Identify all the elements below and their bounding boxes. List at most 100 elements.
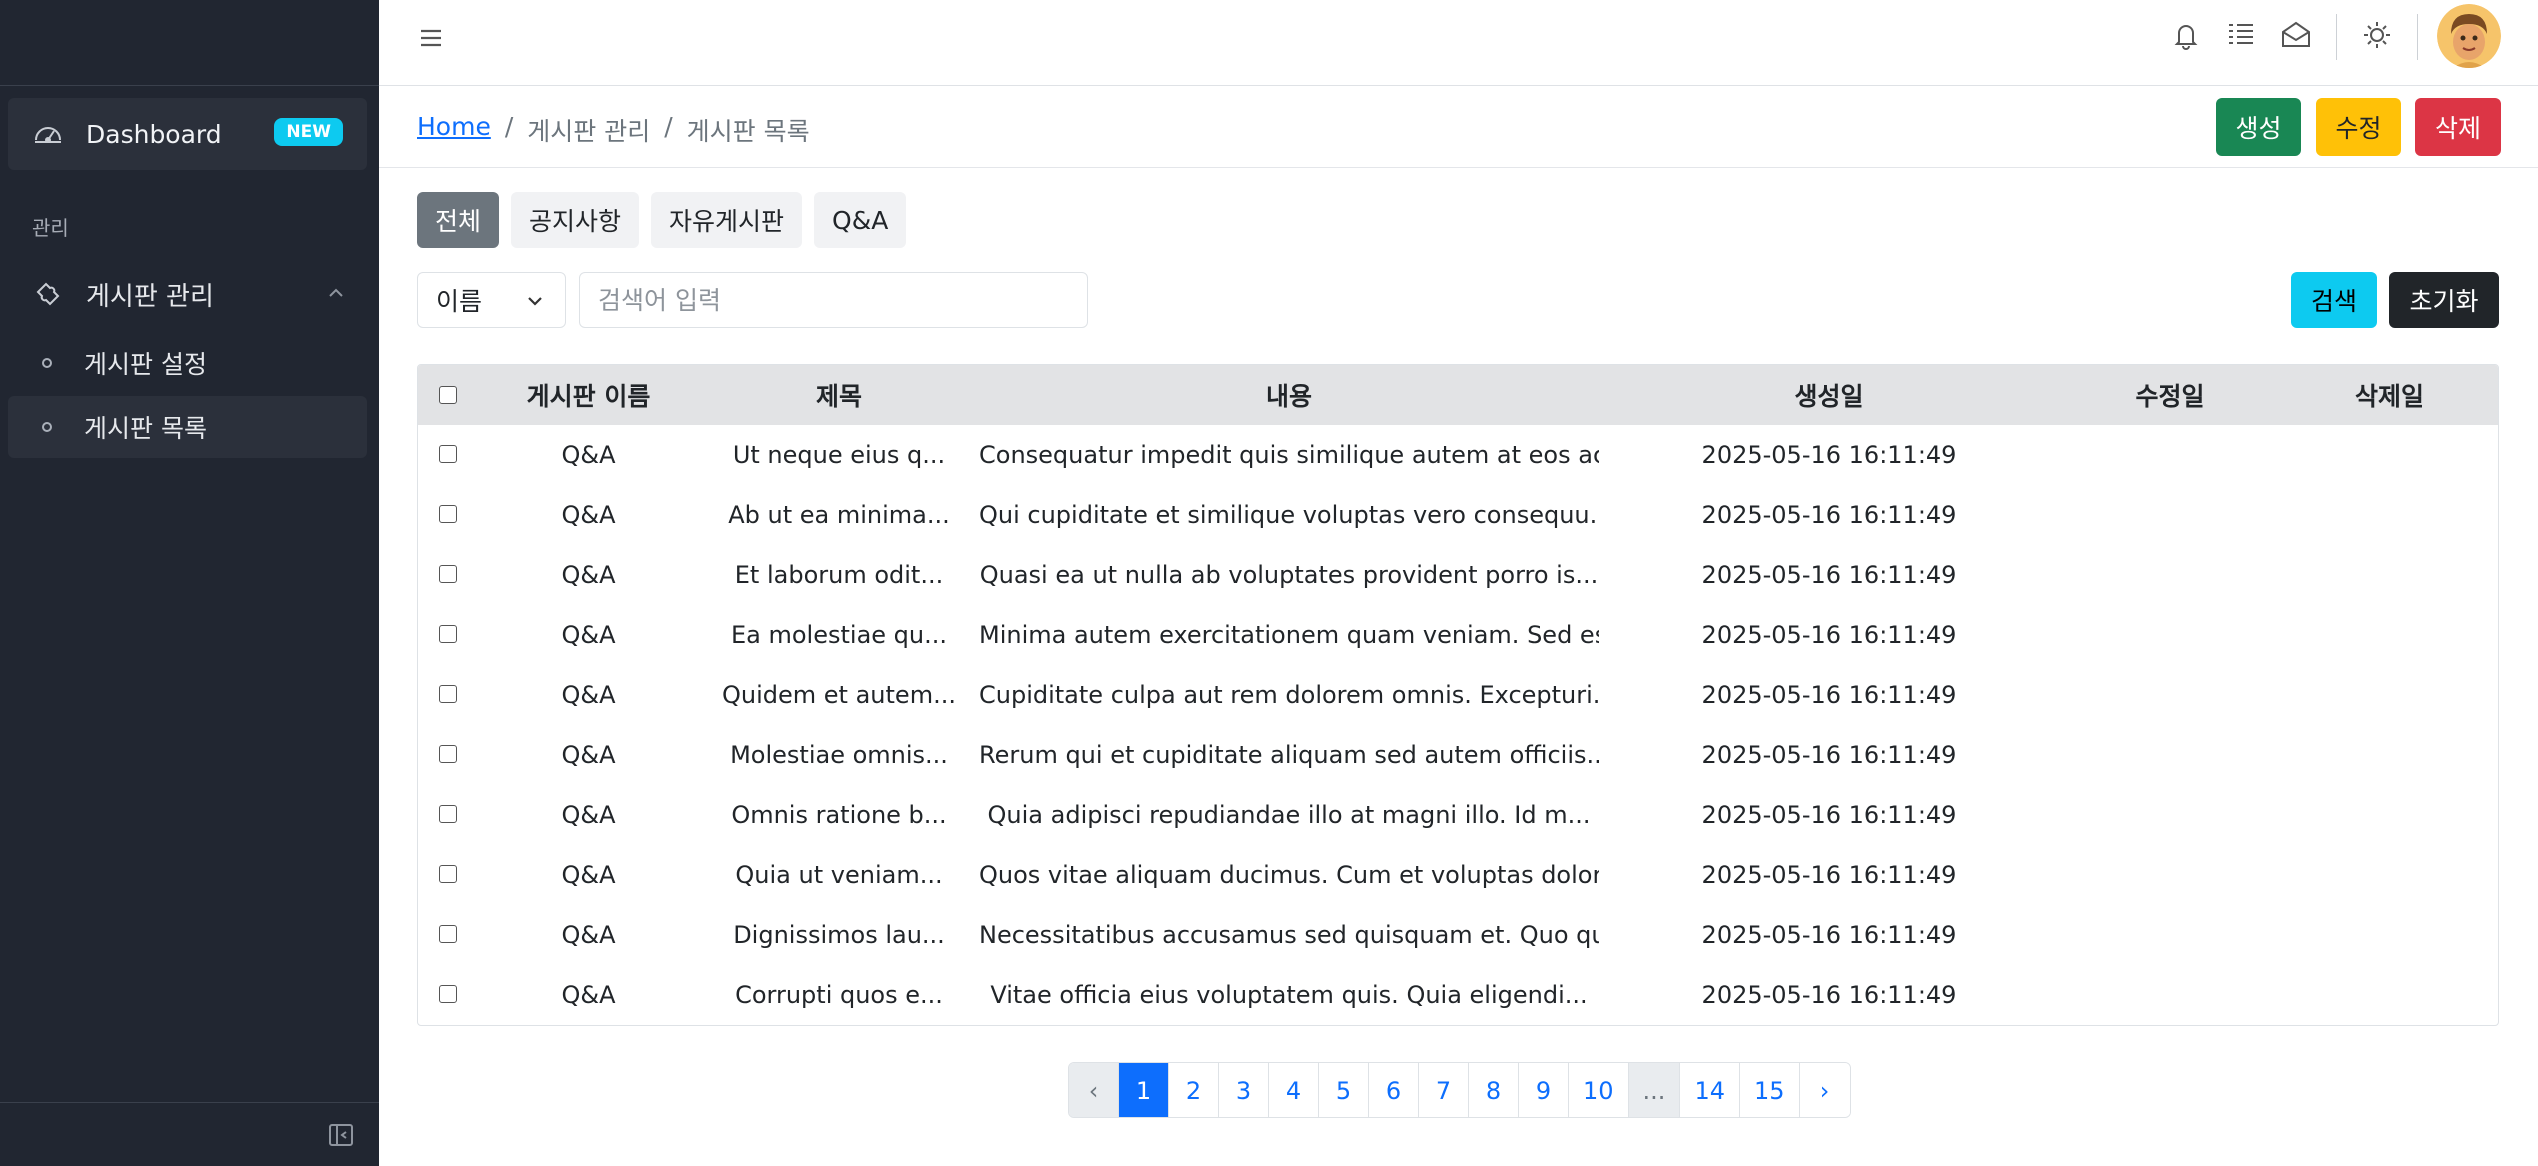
cell-updated — [2059, 725, 2281, 785]
table-row[interactable]: Q&A Omnis ratione b... Quia adipisci repud… — [418, 785, 2498, 845]
avatar[interactable] — [2437, 4, 2501, 68]
pagination-next[interactable]: › — [1799, 1063, 1850, 1117]
row-checkbox[interactable] — [439, 985, 457, 1003]
chevron-up-icon — [329, 288, 343, 297]
row-checkbox[interactable] — [439, 805, 457, 823]
page-10[interactable]: 10 — [1569, 1063, 1629, 1117]
cell-created: 2025-05-16 16:11:49 — [1701, 801, 1957, 829]
page-15[interactable]: 15 — [1739, 1063, 1800, 1117]
tab-free-board[interactable]: 자유게시판 — [651, 192, 803, 248]
pagination-prev[interactable]: ‹ — [1069, 1063, 1119, 1117]
header-divider — [2417, 14, 2418, 60]
page-2[interactable]: 2 — [1169, 1063, 1219, 1117]
row-checkbox[interactable] — [439, 445, 457, 463]
table-row[interactable]: Q&A Molestiae omnis... Rerum qui et cupidi… — [418, 725, 2498, 785]
row-select-cell — [418, 845, 478, 905]
table-row[interactable]: Q&A Corrupti quos e... Vitae officia eius … — [418, 965, 2498, 1025]
table-row[interactable]: Q&A Ab ut ea minima... Qui cupiditate et s… — [418, 485, 2498, 545]
column-header-board-name[interactable]: 게시판 이름 — [478, 365, 699, 425]
edit-button[interactable]: 수정 — [2316, 98, 2401, 156]
reset-button[interactable]: 초기화 — [2389, 272, 2499, 328]
row-checkbox[interactable] — [439, 745, 457, 763]
breadcrumb-separator: / — [504, 112, 514, 141]
table-row[interactable]: Q&A Dignissimos lau... Necessitatibus accu… — [418, 905, 2498, 965]
breadcrumb-board-management[interactable]: 게시판 관리 — [527, 112, 650, 148]
row-checkbox[interactable] — [439, 925, 457, 943]
search-button[interactable]: 검색 — [2291, 272, 2377, 328]
top-header — [379, 0, 2538, 86]
page-9[interactable]: 9 — [1519, 1063, 1569, 1117]
table-row[interactable]: Q&A Ea molestiae qu... Minima autem exerci… — [418, 605, 2498, 665]
cell-content: Minima autem exercitationem quam veniam.… — [979, 621, 1599, 649]
page-4[interactable]: 4 — [1269, 1063, 1319, 1117]
tab-all[interactable]: 전체 — [417, 192, 500, 248]
bell-icon[interactable] — [2169, 18, 2203, 52]
sun-icon[interactable] — [2360, 18, 2394, 52]
search-input[interactable] — [579, 272, 1088, 328]
cell-deleted — [2281, 605, 2498, 665]
page-14[interactable]: 14 — [1680, 1063, 1740, 1117]
page-8[interactable]: 8 — [1469, 1063, 1519, 1117]
row-checkbox[interactable] — [439, 565, 457, 583]
cell-updated — [2059, 965, 2281, 1025]
page-3[interactable]: 3 — [1219, 1063, 1269, 1117]
table-row[interactable]: Q&A Quidem et autem... Cupiditate culpa au… — [418, 665, 2498, 725]
table-row[interactable]: Q&A Quia ut veniam... Quos vitae aliquam d… — [418, 845, 2498, 905]
column-header-created[interactable]: 생성일 — [1599, 365, 2059, 425]
column-header-updated[interactable]: 수정일 — [2059, 365, 2281, 425]
menu-icon[interactable] — [417, 24, 445, 52]
cell-content: Necessitatibus accusamus sed quisquam et… — [979, 921, 1599, 949]
tab-qna[interactable]: Q&A — [814, 192, 907, 248]
bullet-icon — [42, 422, 52, 432]
cell-updated — [2059, 425, 2281, 485]
create-button[interactable]: 생성 — [2216, 98, 2301, 156]
cell-title: Corrupti quos e... — [735, 981, 943, 1009]
category-tabs: 전체 공지사항 자유게시판 Q&A — [417, 192, 907, 248]
table-row[interactable]: Q&A Et laborum odit... Quasi ea ut nulla a… — [418, 545, 2498, 605]
sidebar-brand — [0, 0, 379, 86]
table-row[interactable]: Q&A Ut neque eius q... Consequatur impedit… — [418, 425, 2498, 485]
page-5[interactable]: 5 — [1319, 1063, 1369, 1117]
page-1[interactable]: 1 — [1119, 1063, 1169, 1117]
column-header-content[interactable]: 내용 — [979, 365, 1599, 425]
delete-button[interactable]: 삭제 — [2415, 98, 2501, 156]
search-field-select[interactable]: 이름 — [417, 272, 566, 328]
list-icon[interactable] — [2224, 18, 2258, 52]
sidebar-group-label: 게시판 관리 — [86, 281, 214, 312]
breadcrumb-home[interactable]: Home — [417, 112, 491, 148]
cell-board-name: Q&A — [561, 861, 616, 889]
tab-notice[interactable]: 공지사항 — [511, 192, 640, 248]
cell-created: 2025-05-16 16:11:49 — [1701, 561, 1957, 589]
sidebar-item-board-settings[interactable]: 게시판 설정 — [8, 332, 367, 394]
cell-deleted — [2281, 965, 2498, 1025]
sidebar-item-dashboard[interactable]: Dashboard NEW — [8, 98, 367, 170]
page-6[interactable]: 6 — [1369, 1063, 1419, 1117]
sidebar: Dashboard NEW 관리 게시판 관리 게시판 설정 게시판 목록 — [0, 0, 379, 1166]
cell-updated — [2059, 665, 2281, 725]
header-divider — [2336, 14, 2337, 60]
board-table: 게시판 이름 제목 내용 생성일 수정일 삭제일 Q&A Ut neque eiu… — [417, 364, 2499, 1026]
row-select-cell — [418, 905, 478, 965]
cell-title: Quia ut veniam... — [735, 861, 943, 889]
pagination: ‹ 1 2 3 4 5 6 7 8 9 10... 14 15 › — [1068, 1062, 1851, 1118]
select-all-checkbox[interactable] — [439, 385, 457, 404]
column-header-title[interactable]: 제목 — [699, 365, 979, 425]
row-checkbox[interactable] — [439, 625, 457, 643]
cell-updated — [2059, 485, 2281, 545]
row-checkbox[interactable] — [439, 865, 457, 883]
page-7[interactable]: 7 — [1419, 1063, 1469, 1117]
row-checkbox[interactable] — [439, 685, 457, 703]
envelope-open-icon[interactable] — [2279, 18, 2313, 52]
row-checkbox[interactable] — [439, 505, 457, 523]
sidebar-collapse-icon[interactable] — [327, 1121, 355, 1149]
sidebar-group-board-management[interactable]: 게시판 관리 — [8, 264, 367, 324]
row-select-cell — [418, 425, 478, 485]
column-header-deleted[interactable]: 삭제일 — [2281, 365, 2498, 425]
cell-board-name: Q&A — [561, 981, 616, 1009]
row-select-cell — [418, 605, 478, 665]
cell-created: 2025-05-16 16:11:49 — [1701, 681, 1957, 709]
sidebar-item-board-list[interactable]: 게시판 목록 — [8, 396, 367, 458]
cell-deleted — [2281, 905, 2498, 965]
cell-title: Quidem et autem... — [722, 681, 956, 709]
cell-deleted — [2281, 785, 2498, 845]
